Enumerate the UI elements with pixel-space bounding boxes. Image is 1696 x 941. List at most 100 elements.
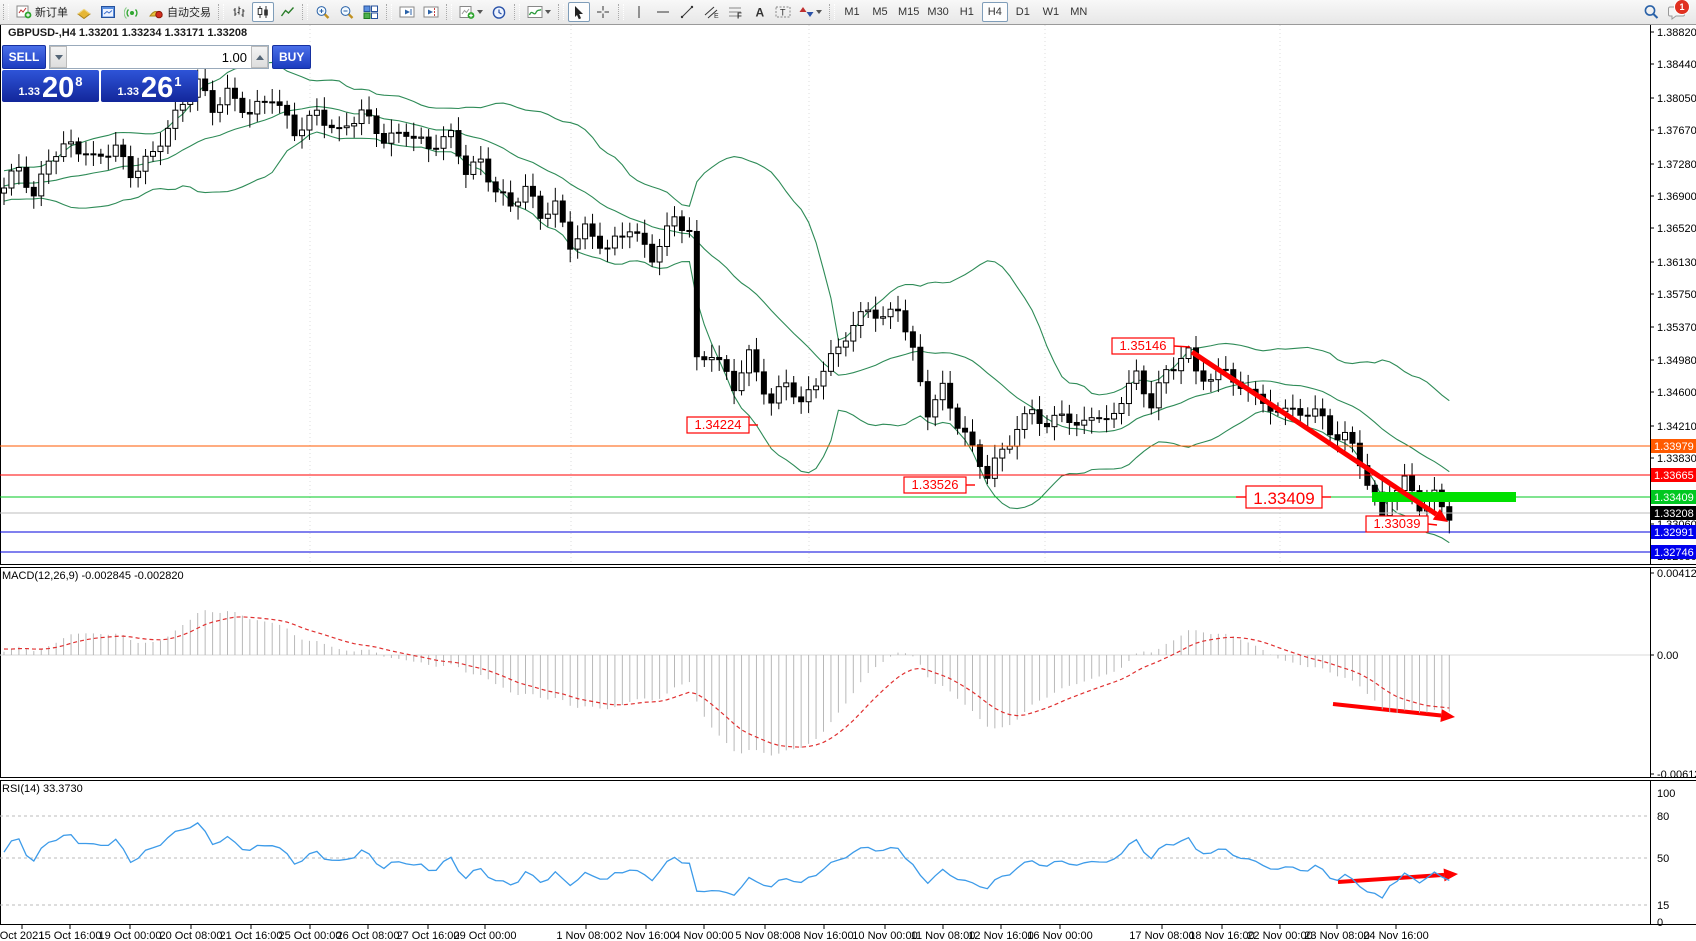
terminal-window-button[interactable] [97,2,119,22]
svg-text:1.35146: 1.35146 [1120,338,1167,353]
volume-decrease-button[interactable] [50,46,67,68]
crosshair-button[interactable] [592,2,614,22]
equidistant-channel-button[interactable]: E [700,2,722,22]
sell-price-display[interactable]: 1.33 20 8 [2,70,99,102]
chart-tools-group [455,0,511,24]
date-tick-label: 15 Oct 16:00 [39,930,102,941]
text-button[interactable]: A [748,2,770,22]
price-annotation-1.33039[interactable]: 1.33039 [1366,516,1428,532]
candlestick-chart-button[interactable] [252,2,274,22]
trendline-button[interactable] [676,2,698,22]
date-tick-label: 25 Oct 00:00 [279,930,342,941]
arrow-objects-icon [799,5,814,19]
chart-shift-button[interactable] [420,2,442,22]
price-tick-label: 1.35750 [1657,289,1696,301]
auto-scroll-icon [399,5,415,19]
indicators-button[interactable] [524,2,554,22]
notifications-button[interactable]: 1 [1665,2,1689,22]
trade-group: 新订单 自动交易 [12,0,215,24]
price-tick-label: 1.38820 [1657,27,1696,39]
horizontal-line-icon [656,5,670,19]
text-label-icon: T [775,5,791,19]
macd-label: MACD(12,26,9) -0.002845 -0.002820 [2,570,184,582]
period-clock-button[interactable] [488,2,510,22]
toolbar-grip [829,4,835,20]
price-annotation-1.33409[interactable]: 1.33409 [1246,486,1322,508]
new-chart-icon [459,5,475,19]
volume-increase-button[interactable] [251,46,268,68]
autotrading-button[interactable]: 自动交易 [145,2,214,22]
search-button[interactable] [1640,2,1663,22]
market-watch-button[interactable] [73,2,95,22]
date-tick-label: 27 Oct 16:00 [397,930,460,941]
new-chart-button[interactable] [456,2,486,22]
line-chart-button[interactable] [276,2,298,22]
buy-price-main: 26 [141,75,173,101]
tile-windows-button[interactable] [360,2,382,22]
horizontal-line-button[interactable] [652,2,674,22]
fibonacci-button[interactable]: F [724,2,746,22]
toolbar-grip [302,4,308,20]
text-icon: A [753,5,766,19]
price-tick-label: 1.36520 [1657,223,1696,235]
timeframe-mn[interactable]: MN [1066,2,1092,22]
arrow-objects-button[interactable] [796,2,825,22]
indicators-icon [527,5,543,19]
vertical-line-button[interactable] [628,2,650,22]
new-order-button[interactable]: 新订单 [13,2,71,22]
crosshair-icon [596,5,610,19]
timeframe-h4[interactable]: H4 [982,2,1008,22]
cursor-group [567,0,615,24]
text-label-button[interactable]: T [772,2,794,22]
macd-axis-label: 0.00 [1657,650,1678,662]
sell-button[interactable]: SELL [2,45,46,69]
buy-price-display[interactable]: 1.33 26 1 [101,70,198,102]
price-annotation-1.34224[interactable]: 1.34224 [687,417,749,433]
date-tick-label: 17 Nov 08:00 [1129,930,1194,941]
indicator-group [523,0,555,24]
timeframe-m15[interactable]: M15 [895,2,922,22]
price-annotation-1.33526[interactable]: 1.33526 [904,477,966,493]
bar-chart-button[interactable] [228,2,250,22]
buy-button[interactable]: BUY [272,45,311,69]
timeframe-w1[interactable]: W1 [1038,2,1064,22]
svg-text:1.34224: 1.34224 [695,417,742,432]
date-tick-label: 18 Nov 16:00 [1189,930,1254,941]
price-annotation-1.35146[interactable]: 1.35146 [1112,338,1174,354]
auto-scroll-button[interactable] [396,2,418,22]
date-tick-label: 5 Nov 08:00 [735,930,794,941]
candlestick-icon [256,5,271,19]
price-tick-label: 1.33830 [1657,453,1696,465]
svg-text:F: F [737,12,742,20]
autotrading-label: 自动交易 [167,4,211,20]
channel-icon: E [704,5,719,19]
date-tick-label: 26 Oct 08:00 [337,930,400,941]
date-tick-label: 29 Oct 00:00 [454,930,517,941]
green-support-bar[interactable] [1372,492,1516,502]
signal-icon [124,5,140,19]
price-badge-1.33409: 1.33409 [1651,490,1696,504]
svg-text:T: T [780,8,786,18]
volume-input[interactable] [67,46,251,68]
sell-price-main: 20 [42,75,74,101]
objects-group: E F A T [627,0,826,24]
zoom-out-button[interactable] [336,2,358,22]
scroll-group [395,0,443,24]
signals-button[interactable] [121,2,143,22]
timeframe-h1[interactable]: H1 [954,2,980,22]
date-tick-label: 11 Nov 08:00 [911,930,976,941]
zoom-in-button[interactable] [312,2,334,22]
cursor-icon [572,5,586,20]
chart-canvas[interactable]: 1.35146 1.34224 1.33526 1.33409 1.33039 1.388… [0,0,1696,941]
toolbar-grip [446,4,452,20]
timeframe-d1[interactable]: D1 [1010,2,1036,22]
timeframe-m30[interactable]: M30 [924,2,951,22]
date-tick-label: 12 Nov 16:00 [968,930,1033,941]
timeframe-m1[interactable]: M1 [839,2,865,22]
chart-title: GBPUSD-,H4 1.33201 1.33234 1.33171 1.332… [8,27,247,39]
rsi-axis-label: 0 [1657,917,1663,929]
svg-text:1.33665: 1.33665 [1654,470,1694,482]
price-tick-label: 1.36130 [1657,257,1696,269]
cursor-button[interactable] [568,2,590,22]
timeframe-m5[interactable]: M5 [867,2,893,22]
